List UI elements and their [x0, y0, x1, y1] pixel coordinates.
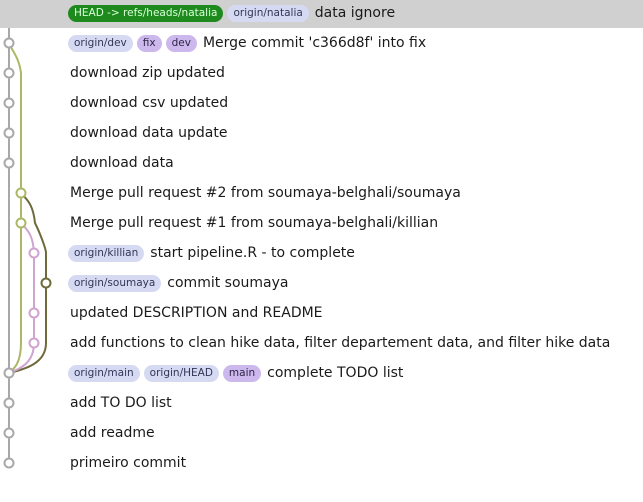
local-branch-badge[interactable]: fix — [136, 34, 162, 52]
remote-branch-badge[interactable]: origin/HEAD — [143, 364, 219, 382]
commit-message: download data update — [70, 125, 228, 141]
commit-row[interactable]: updated DESCRIPTION and README — [0, 298, 643, 328]
local-branch-badge[interactable]: dev — [165, 34, 197, 52]
remote-branch-badge[interactable]: origin/soumaya — [68, 274, 162, 292]
commit-row-content: primeiro commit — [68, 448, 643, 478]
commit-row-content: origin/dev fix dev Merge commit 'c366d8f' i… — [68, 28, 643, 58]
commit-message: Merge pull request #2 from soumaya-belgh… — [70, 185, 461, 201]
commit-message: complete TODO list — [267, 365, 404, 381]
commit-row-content: download data — [68, 148, 643, 178]
commit-message: download zip updated — [70, 65, 225, 81]
commit-row-content: download zip updated — [68, 58, 643, 88]
commit-row-content: Merge pull request #1 from soumaya-belgh… — [68, 208, 643, 238]
commit-row-content: add readme — [68, 418, 643, 448]
commit-message: updated DESCRIPTION and README — [70, 305, 323, 321]
commit-row-content: origin/killian start pipeline.R - to comp… — [68, 238, 643, 268]
commit-row[interactable]: download data — [0, 148, 643, 178]
commit-row[interactable]: add functions to clean hike data, filter… — [0, 328, 643, 358]
commit-row-content: add TO DO list — [68, 388, 643, 418]
commit-row-content: origin/soumaya commit soumaya — [68, 268, 643, 298]
commit-row-content: add functions to clean hike data, filter… — [68, 328, 643, 358]
remote-branch-badge[interactable]: origin/dev — [68, 34, 133, 52]
commit-message: download csv updated — [70, 95, 229, 111]
commit-row[interactable]: origin/dev fix dev Merge commit 'c366d8f' i… — [0, 28, 643, 58]
commit-message: Merge pull request #1 from soumaya-belgh… — [70, 215, 439, 231]
commit-row-content: download csv updated — [68, 88, 643, 118]
commit-row[interactable]: download zip updated — [0, 58, 643, 88]
commit-row[interactable]: download data update — [0, 118, 643, 148]
commit-row[interactable]: Merge pull request #2 from soumaya-belgh… — [0, 178, 643, 208]
commit-row-content: origin/main origin/HEAD main complete TODO … — [68, 358, 643, 388]
head-ref-badge[interactable]: HEAD -> refs/heads/natalia — [68, 4, 224, 22]
commit-message: add functions to clean hike data, filter… — [70, 335, 611, 351]
commit-message: data ignore — [314, 5, 396, 21]
local-branch-badge[interactable]: main — [222, 364, 262, 382]
commit-row-content: Merge pull request #2 from soumaya-belgh… — [68, 178, 643, 208]
commit-row[interactable]: origin/killian start pipeline.R - to comp… — [0, 238, 643, 268]
commit-message: start pipeline.R - to complete — [150, 245, 355, 261]
commit-row[interactable]: Merge pull request #1 from soumaya-belgh… — [0, 208, 643, 238]
commit-row[interactable]: add readme — [0, 418, 643, 448]
commit-row-content: updated DESCRIPTION and README — [68, 298, 643, 328]
remote-branch-badge[interactable]: origin/natalia — [227, 4, 309, 22]
commit-message: add TO DO list — [70, 395, 172, 411]
commit-row[interactable]: origin/soumaya commit soumaya — [0, 268, 643, 298]
commit-row[interactable]: HEAD -> refs/heads/natalia origin/natalia… — [0, 0, 643, 28]
commit-row-content: HEAD -> refs/heads/natalia origin/natalia… — [68, 0, 643, 28]
commit-row[interactable]: origin/main origin/HEAD main complete TODO … — [0, 358, 643, 388]
commit-row[interactable]: primeiro commit — [0, 448, 643, 478]
commit-row[interactable]: add TO DO list — [0, 388, 643, 418]
remote-branch-badge[interactable]: origin/killian — [68, 244, 145, 262]
commit-row-content: download data update — [68, 118, 643, 148]
commit-message: commit soumaya — [167, 275, 289, 291]
commit-row[interactable]: download csv updated — [0, 88, 643, 118]
commit-message: Merge commit 'c366d8f' into fix — [202, 35, 427, 51]
commit-message: primeiro commit — [70, 455, 187, 471]
commit-message: add readme — [70, 425, 155, 441]
remote-branch-badge[interactable]: origin/main — [68, 364, 140, 382]
commit-message: download data — [70, 155, 174, 171]
